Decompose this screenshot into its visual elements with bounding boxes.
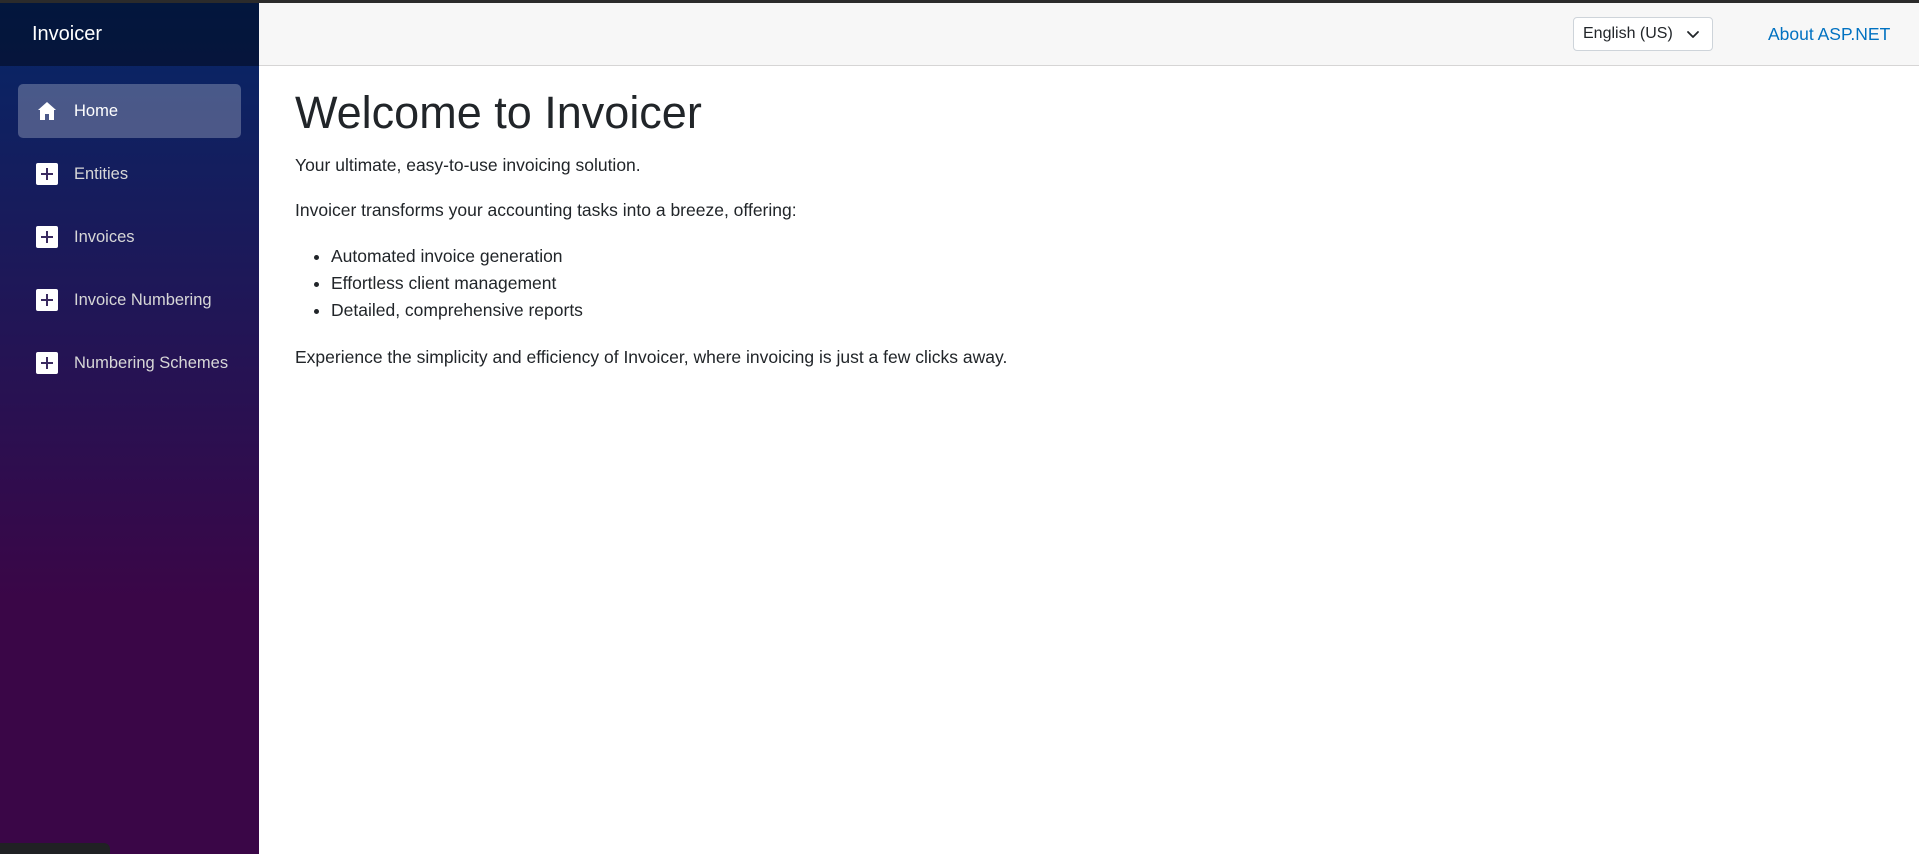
sidebar-item-numbering-schemes[interactable]: Numbering Schemes (18, 336, 241, 390)
language-select[interactable]: English (US) (1573, 17, 1713, 51)
plus-icon (36, 163, 58, 185)
brand-bar: Invoicer (0, 3, 259, 66)
sidebar-item-label: Invoices (74, 227, 135, 246)
top-bar: English (US) About ASP.NET (259, 3, 1919, 66)
page-subtitle: Your ultimate, easy-to-use invoicing sol… (295, 155, 641, 175)
sidebar-item-label: Invoice Numbering (74, 290, 212, 309)
feature-list: Automated invoice generation Effortless … (331, 243, 1875, 324)
sidebar-item-label: Entities (74, 164, 129, 183)
about-link[interactable]: About ASP.NET (1768, 24, 1890, 45)
main-content: Welcome to Invoicer Your ultimate, easy-… (295, 85, 1875, 390)
sidebar-item-invoices[interactable]: Invoices (18, 210, 241, 264)
sidebar-item-home[interactable]: Home (18, 84, 241, 138)
list-item: Detailed, comprehensive reports (331, 297, 1875, 324)
brand-title[interactable]: Invoicer (32, 23, 102, 46)
plus-icon (36, 352, 58, 374)
status-bar-tooltip (0, 843, 110, 854)
home-icon (36, 100, 58, 122)
sidebar-item-label: Numbering Schemes (74, 353, 229, 372)
language-select-value: English (US) (1583, 25, 1673, 42)
sidebar-item-label: Home (74, 101, 119, 120)
closing-text: Experience the simplicity and efficiency… (295, 347, 1008, 367)
plus-icon (36, 289, 58, 311)
sidebar: Invoicer Home Entities Invoices Invoice … (0, 3, 259, 854)
list-item: Automated invoice generation (331, 243, 1875, 270)
plus-icon (36, 226, 58, 248)
page-title: Welcome to Invoicer (295, 87, 702, 138)
sidebar-nav: Home Entities Invoices Invoice Numbering… (0, 66, 259, 390)
intro-text: Invoicer transforms your accounting task… (295, 200, 797, 220)
sidebar-item-entities[interactable]: Entities (18, 147, 241, 201)
sidebar-item-invoice-numbering[interactable]: Invoice Numbering (18, 273, 241, 327)
list-item: Effortless client management (331, 270, 1875, 297)
chevron-down-icon (1687, 31, 1699, 38)
